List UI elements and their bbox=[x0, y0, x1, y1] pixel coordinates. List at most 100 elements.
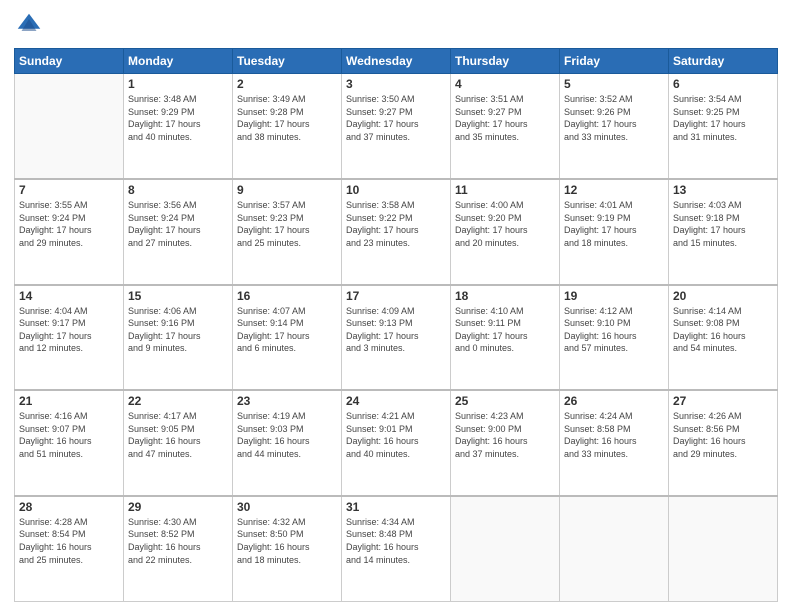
calendar-cell: 26 Sunrise: 4:24 AM Sunset: 8:58 PM Dayli… bbox=[560, 390, 669, 496]
day-info: Sunrise: 3:52 AM Sunset: 9:26 PM Dayligh… bbox=[564, 93, 664, 143]
day-info: Sunrise: 4:30 AM Sunset: 8:52 PM Dayligh… bbox=[128, 516, 228, 566]
weekday-header-friday: Friday bbox=[560, 49, 669, 74]
day-number: 8 bbox=[128, 183, 228, 197]
day-number: 16 bbox=[237, 289, 337, 303]
day-info: Sunrise: 3:51 AM Sunset: 9:27 PM Dayligh… bbox=[455, 93, 555, 143]
day-info: Sunrise: 4:14 AM Sunset: 9:08 PM Dayligh… bbox=[673, 305, 773, 355]
calendar-cell: 23Sunrise: 4:19 AM Sunset: 9:03 PM Dayli… bbox=[233, 390, 342, 496]
calendar-cell: 17Sunrise: 4:09 AM Sunset: 9:13 PM Dayli… bbox=[342, 285, 451, 391]
day-number: 14 bbox=[19, 289, 119, 303]
calendar-week-row: 21 Sunrise: 4:16 AM Sunset: 9:07 PM Dayli… bbox=[15, 390, 778, 496]
day-number: 31 bbox=[346, 500, 446, 514]
day-number: 1 bbox=[128, 77, 228, 91]
day-info: Sunrise: 4:10 AM Sunset: 9:11 PM Dayligh… bbox=[455, 305, 555, 355]
calendar-cell bbox=[15, 74, 124, 180]
calendar-cell: 25 Sunrise: 4:23 AM Sunset: 9:00 PM Dayli… bbox=[451, 390, 560, 496]
weekday-header-monday: Monday bbox=[124, 49, 233, 74]
day-info: Sunrise: 4:17 AM Sunset: 9:05 PM Dayligh… bbox=[128, 410, 228, 460]
calendar-cell: 22 Sunrise: 4:17 AM Sunset: 9:05 PM Dayli… bbox=[124, 390, 233, 496]
calendar-week-row: 14 Sunrise: 4:04 AM Sunset: 9:17 PM Dayli… bbox=[15, 285, 778, 391]
day-info: Sunrise: 4:16 AM Sunset: 9:07 PM Dayligh… bbox=[19, 410, 119, 460]
calendar-cell: 19 Sunrise: 4:12 AM Sunset: 9:10 PM Dayli… bbox=[560, 285, 669, 391]
day-number: 4 bbox=[455, 77, 555, 91]
day-info: Sunrise: 4:06 AM Sunset: 9:16 PM Dayligh… bbox=[128, 305, 228, 355]
day-info: Sunrise: 4:26 AM Sunset: 8:56 PM Dayligh… bbox=[673, 410, 773, 460]
day-info: Sunrise: 4:07 AM Sunset: 9:14 PM Dayligh… bbox=[237, 305, 337, 355]
day-info: Sunrise: 4:21 AM Sunset: 9:01 PM Dayligh… bbox=[346, 410, 446, 460]
calendar-cell: 20 Sunrise: 4:14 AM Sunset: 9:08 PM Dayli… bbox=[669, 285, 778, 391]
calendar-cell: 18 Sunrise: 4:10 AM Sunset: 9:11 PM Dayli… bbox=[451, 285, 560, 391]
calendar-cell bbox=[560, 496, 669, 602]
day-number: 25 bbox=[455, 394, 555, 408]
header bbox=[14, 10, 778, 40]
day-number: 22 bbox=[128, 394, 228, 408]
day-info: Sunrise: 3:50 AM Sunset: 9:27 PM Dayligh… bbox=[346, 93, 446, 143]
day-number: 19 bbox=[564, 289, 664, 303]
logo bbox=[14, 10, 48, 40]
calendar-header-row: SundayMondayTuesdayWednesdayThursdayFrid… bbox=[15, 49, 778, 74]
day-info: Sunrise: 4:00 AM Sunset: 9:20 PM Dayligh… bbox=[455, 199, 555, 249]
day-number: 20 bbox=[673, 289, 773, 303]
calendar-cell: 29 Sunrise: 4:30 AM Sunset: 8:52 PM Dayli… bbox=[124, 496, 233, 602]
weekday-header-thursday: Thursday bbox=[451, 49, 560, 74]
calendar-cell: 11 Sunrise: 4:00 AM Sunset: 9:20 PM Dayli… bbox=[451, 179, 560, 285]
day-number: 24 bbox=[346, 394, 446, 408]
day-info: Sunrise: 3:54 AM Sunset: 9:25 PM Dayligh… bbox=[673, 93, 773, 143]
calendar-cell: 15 Sunrise: 4:06 AM Sunset: 9:16 PM Dayli… bbox=[124, 285, 233, 391]
calendar-cell: 16 Sunrise: 4:07 AM Sunset: 9:14 PM Dayli… bbox=[233, 285, 342, 391]
calendar-cell: 8 Sunrise: 3:56 AM Sunset: 9:24 PM Daylig… bbox=[124, 179, 233, 285]
calendar-cell: 31 Sunrise: 4:34 AM Sunset: 8:48 PM Dayli… bbox=[342, 496, 451, 602]
day-info: Sunrise: 3:56 AM Sunset: 9:24 PM Dayligh… bbox=[128, 199, 228, 249]
weekday-header-tuesday: Tuesday bbox=[233, 49, 342, 74]
day-info: Sunrise: 3:58 AM Sunset: 9:22 PM Dayligh… bbox=[346, 199, 446, 249]
day-number: 5 bbox=[564, 77, 664, 91]
day-number: 26 bbox=[564, 394, 664, 408]
day-info: Sunrise: 4:34 AM Sunset: 8:48 PM Dayligh… bbox=[346, 516, 446, 566]
weekday-header-wednesday: Wednesday bbox=[342, 49, 451, 74]
day-info: Sunrise: 3:57 AM Sunset: 9:23 PM Dayligh… bbox=[237, 199, 337, 249]
calendar-cell: 5 Sunrise: 3:52 AM Sunset: 9:26 PM Daylig… bbox=[560, 74, 669, 180]
logo-icon bbox=[14, 10, 44, 40]
day-number: 28 bbox=[19, 500, 119, 514]
calendar-cell: 3 Sunrise: 3:50 AM Sunset: 9:27 PM Daylig… bbox=[342, 74, 451, 180]
day-number: 18 bbox=[455, 289, 555, 303]
day-number: 11 bbox=[455, 183, 555, 197]
day-info: Sunrise: 4:01 AM Sunset: 9:19 PM Dayligh… bbox=[564, 199, 664, 249]
calendar-cell: 4 Sunrise: 3:51 AM Sunset: 9:27 PM Daylig… bbox=[451, 74, 560, 180]
calendar-cell: 24 Sunrise: 4:21 AM Sunset: 9:01 PM Dayli… bbox=[342, 390, 451, 496]
day-info: Sunrise: 4:28 AM Sunset: 8:54 PM Dayligh… bbox=[19, 516, 119, 566]
day-info: Sunrise: 3:48 AM Sunset: 9:29 PM Dayligh… bbox=[128, 93, 228, 143]
calendar-cell: 13 Sunrise: 4:03 AM Sunset: 9:18 PM Dayli… bbox=[669, 179, 778, 285]
day-number: 6 bbox=[673, 77, 773, 91]
day-number: 7 bbox=[19, 183, 119, 197]
calendar-table: SundayMondayTuesdayWednesdayThursdayFrid… bbox=[14, 48, 778, 602]
day-number: 15 bbox=[128, 289, 228, 303]
calendar-cell: 1 Sunrise: 3:48 AM Sunset: 9:29 PM Daylig… bbox=[124, 74, 233, 180]
weekday-header-saturday: Saturday bbox=[669, 49, 778, 74]
day-number: 27 bbox=[673, 394, 773, 408]
page: SundayMondayTuesdayWednesdayThursdayFrid… bbox=[0, 0, 792, 612]
day-number: 12 bbox=[564, 183, 664, 197]
calendar-cell: 6 Sunrise: 3:54 AM Sunset: 9:25 PM Daylig… bbox=[669, 74, 778, 180]
day-number: 9 bbox=[237, 183, 337, 197]
day-info: Sunrise: 4:12 AM Sunset: 9:10 PM Dayligh… bbox=[564, 305, 664, 355]
day-info: Sunrise: 4:03 AM Sunset: 9:18 PM Dayligh… bbox=[673, 199, 773, 249]
day-number: 21 bbox=[19, 394, 119, 408]
day-number: 13 bbox=[673, 183, 773, 197]
day-info: Sunrise: 4:23 AM Sunset: 9:00 PM Dayligh… bbox=[455, 410, 555, 460]
calendar-cell: 21 Sunrise: 4:16 AM Sunset: 9:07 PM Dayli… bbox=[15, 390, 124, 496]
calendar-week-row: 7Sunrise: 3:55 AM Sunset: 9:24 PM Daylig… bbox=[15, 179, 778, 285]
calendar-cell: 30Sunrise: 4:32 AM Sunset: 8:50 PM Dayli… bbox=[233, 496, 342, 602]
day-info: Sunrise: 4:24 AM Sunset: 8:58 PM Dayligh… bbox=[564, 410, 664, 460]
day-number: 29 bbox=[128, 500, 228, 514]
calendar-cell: 10Sunrise: 3:58 AM Sunset: 9:22 PM Dayli… bbox=[342, 179, 451, 285]
day-info: Sunrise: 4:09 AM Sunset: 9:13 PM Dayligh… bbox=[346, 305, 446, 355]
day-number: 30 bbox=[237, 500, 337, 514]
calendar-week-row: 1 Sunrise: 3:48 AM Sunset: 9:29 PM Daylig… bbox=[15, 74, 778, 180]
calendar-cell: 12 Sunrise: 4:01 AM Sunset: 9:19 PM Dayli… bbox=[560, 179, 669, 285]
day-info: Sunrise: 4:19 AM Sunset: 9:03 PM Dayligh… bbox=[237, 410, 337, 460]
calendar-cell bbox=[451, 496, 560, 602]
day-info: Sunrise: 4:04 AM Sunset: 9:17 PM Dayligh… bbox=[19, 305, 119, 355]
day-number: 3 bbox=[346, 77, 446, 91]
calendar-cell: 27 Sunrise: 4:26 AM Sunset: 8:56 PM Dayli… bbox=[669, 390, 778, 496]
